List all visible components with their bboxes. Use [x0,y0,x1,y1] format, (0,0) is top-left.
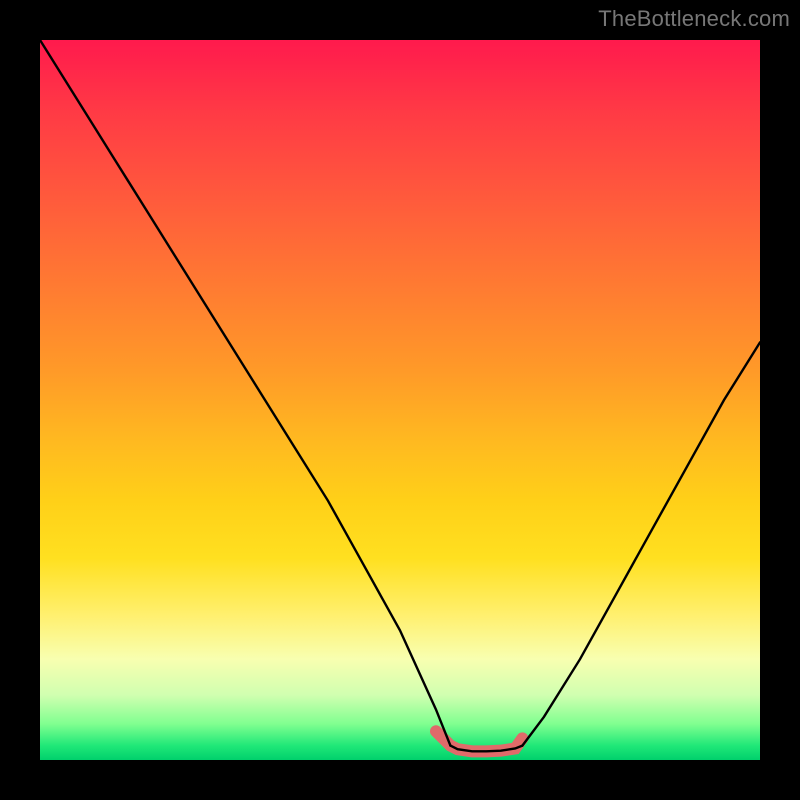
watermark-text: TheBottleneck.com [598,6,790,32]
chart-frame: TheBottleneck.com [0,0,800,800]
curve-layer [40,40,760,760]
left-curve [40,40,450,746]
plot-area [40,40,760,760]
right-curve [522,342,760,745]
